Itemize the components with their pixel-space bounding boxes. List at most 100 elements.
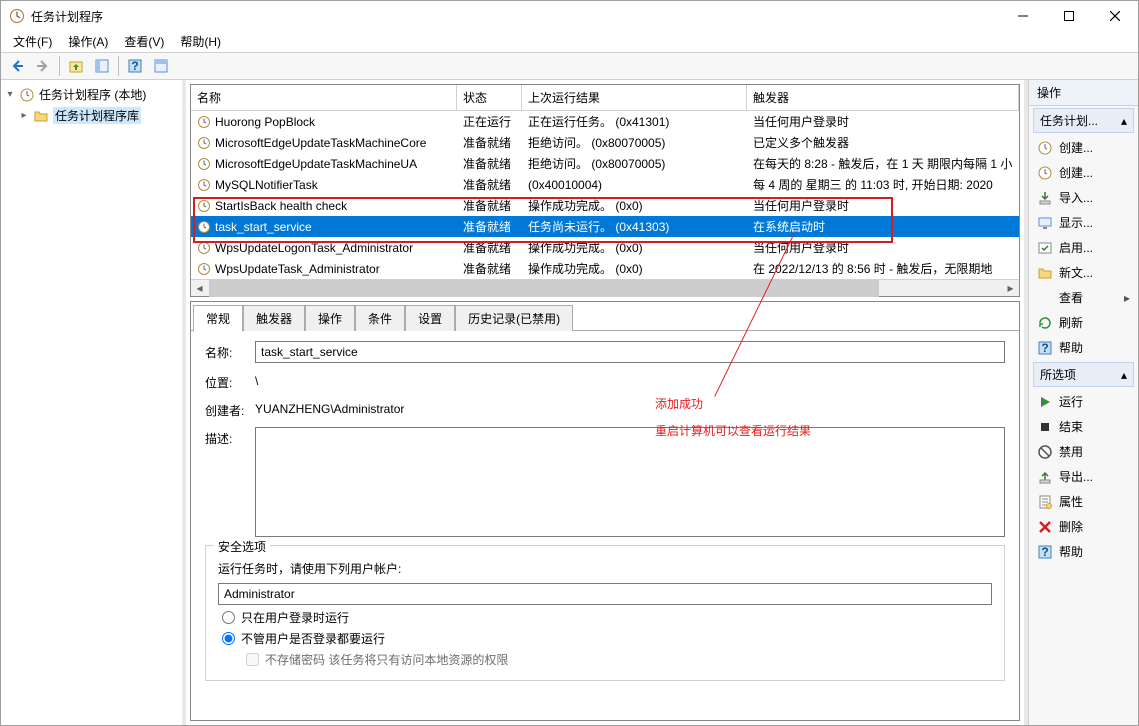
scroll-thumb[interactable] [209,280,879,297]
maximize-button[interactable] [1046,1,1092,31]
action-help[interactable]: ?帮助 [1033,335,1134,360]
folder-icon [33,108,49,124]
clock-icon [197,115,211,129]
menu-view[interactable]: 查看(V) [116,31,172,52]
row-name: task_start_service [215,220,312,234]
horizontal-scrollbar[interactable]: ◂ ▸ [191,279,1019,296]
action-import[interactable]: 导入... [1033,185,1134,210]
radio-logged-on[interactable]: 只在用户登录时运行 [222,609,992,626]
action-display[interactable]: 显示... [1033,210,1134,235]
column-trigger[interactable]: 触发器 [747,85,1019,110]
actions-group-library[interactable]: 任务计划... ▴ [1033,108,1134,133]
action-view[interactable]: 查看 ▸ [1033,285,1134,310]
row-trigger: 在 2022/12/13 的 8:56 时 - 触发后，无限期地 [747,260,1019,277]
refresh-icon [1037,315,1053,331]
clock-icon [1037,165,1053,181]
table-row[interactable]: Huorong PopBlock正在运行正在运行任务。 (0x41301)当任何… [191,111,1019,132]
toolbar-separator [59,56,60,76]
tab-history[interactable]: 历史记录(已禁用) [455,305,573,332]
table-row[interactable]: MySQLNotifierTask准备就绪(0x40010004)每 4 周的 … [191,174,1019,195]
security-group-label: 安全选项 [214,538,270,555]
tab-general[interactable]: 常规 [193,305,243,332]
view-button-2[interactable] [149,55,173,77]
row-name: MySQLNotifierTask [215,178,318,192]
row-state: 准备就绪 [457,155,522,172]
list-header: 名称 状态 上次运行结果 触发器 [191,85,1019,111]
action-export[interactable]: 导出... [1033,464,1134,489]
action-enable[interactable]: 启用... [1033,235,1134,260]
titlebar: 任务计划程序 [1,1,1138,31]
column-result[interactable]: 上次运行结果 [522,85,747,110]
tab-settings[interactable]: 设置 [405,305,455,332]
forward-button[interactable] [31,55,55,77]
view-button-1[interactable] [90,55,114,77]
window-title: 任务计划程序 [31,8,1000,25]
menu-action[interactable]: 操作(A) [60,31,116,52]
tab-triggers[interactable]: 触发器 [243,305,305,332]
action-run[interactable]: 运行 [1033,389,1134,414]
action-label: 结束 [1059,418,1130,435]
actions-group-selected[interactable]: 所选项 ▴ [1033,362,1134,387]
action-stop[interactable]: 结束 [1033,414,1134,439]
action-label: 刷新 [1059,314,1130,331]
action-label: 显示... [1059,214,1130,231]
row-result: 任务尚未运行。 (0x41303) [522,218,747,235]
action-refresh[interactable]: 刷新 [1033,310,1134,335]
clock-icon [19,87,35,103]
name-field[interactable] [255,341,1005,363]
radio-any-user[interactable]: 不管用户是否登录都要运行 [222,630,992,647]
row-trigger: 在系统启动时 [747,218,1019,235]
action-clock[interactable]: 创建... [1033,135,1134,160]
up-button[interactable] [64,55,88,77]
help-icon: ? [1037,340,1053,356]
chevron-right-icon: ▸ [1124,291,1130,305]
minimize-button[interactable] [1000,1,1046,31]
check-no-password[interactable]: 不存储密码 该任务将只有访问本地资源的权限 [246,651,992,668]
table-row[interactable]: StartIsBack health check准备就绪操作成功完成。 (0x0… [191,195,1019,216]
tab-conditions[interactable]: 条件 [355,305,405,332]
table-row[interactable]: WpsUpdateLogonTask_Administrator准备就绪操作成功… [191,237,1019,258]
menu-help[interactable]: 帮助(H) [172,31,229,52]
action-label: 删除 [1059,518,1130,535]
action-props[interactable]: 属性 [1033,489,1134,514]
table-row[interactable]: MicrosoftEdgeUpdateTaskMachineCore准备就绪拒绝… [191,132,1019,153]
display-icon [1037,215,1053,231]
row-result: (0x40010004) [522,178,747,192]
import-icon [1037,190,1053,206]
row-trigger: 当任何用户登录时 [747,239,1019,256]
tree-library[interactable]: ▸ 任务计划程序库 [1,105,182,126]
column-state[interactable]: 状态 [457,85,522,110]
toolbar-separator [118,56,119,76]
action-clock[interactable]: 创建... [1033,160,1134,185]
table-row[interactable]: MicrosoftEdgeUpdateTaskMachineUA准备就绪拒绝访问… [191,153,1019,174]
creator-value: YUANZHENG\Administrator [255,399,404,416]
back-button[interactable] [5,55,29,77]
table-row[interactable]: task_start_service准备就绪任务尚未运行。 (0x41303)在… [191,216,1019,237]
action-label: 查看 [1059,289,1118,306]
table-row[interactable]: WpsUpdateTask_Administrator准备就绪操作成功完成。 (… [191,258,1019,279]
scroll-right-icon[interactable]: ▸ [1002,280,1019,297]
run-icon [1037,394,1053,410]
actions-list-selected: 运行结束禁用导出...属性删除 ?帮助 [1029,389,1138,564]
tree-root[interactable]: ▾ 任务计划程序 (本地) [1,84,182,105]
menu-file[interactable]: 文件(F) [5,31,60,52]
action-disable[interactable]: 禁用 [1033,439,1134,464]
close-button[interactable] [1092,1,1138,31]
svg-text:?: ? [1041,545,1048,559]
action-delete[interactable]: 删除 [1033,514,1134,539]
help-button[interactable]: ? [123,55,147,77]
action-label: 新文... [1059,264,1130,281]
creator-label: 创建者: [205,399,245,419]
column-name[interactable]: 名称 [191,85,457,110]
expand-icon[interactable]: ▸ [19,110,29,121]
collapse-icon: ▴ [1121,114,1127,128]
tab-actions[interactable]: 操作 [305,305,355,332]
action-folder[interactable]: 新文... [1033,260,1134,285]
expand-icon[interactable]: ▾ [5,89,15,100]
clock-icon [197,199,211,213]
desc-field[interactable] [255,427,1005,537]
action-help[interactable]: ?帮助 [1033,539,1134,564]
row-result: 拒绝访问。 (0x80070005) [522,155,747,172]
folder-icon [1037,265,1053,281]
scroll-left-icon[interactable]: ◂ [191,280,208,297]
